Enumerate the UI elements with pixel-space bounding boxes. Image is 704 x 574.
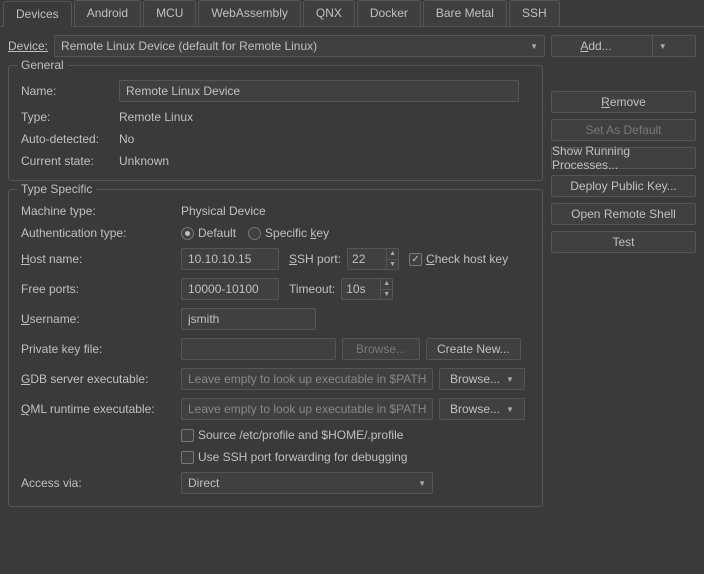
gdb-input[interactable] <box>181 368 433 390</box>
chevron-down-icon: ▼ <box>506 375 514 384</box>
source-profile-checkbox[interactable]: Source /etc/profile and $HOME/.profile <box>181 428 403 442</box>
tab-ssh[interactable]: SSH <box>509 0 560 26</box>
tab-android[interactable]: Android <box>74 0 141 26</box>
deploy-public-key-button[interactable]: Deploy Public Key... <box>551 175 696 197</box>
timeout-label: Timeout: <box>289 282 335 296</box>
machine-type-label: Machine type: <box>21 204 181 218</box>
type-label: Type: <box>21 110 119 124</box>
tab-devices[interactable]: Devices <box>3 1 72 27</box>
chevron-down-icon: ▼ <box>530 42 538 51</box>
remove-button[interactable]: Remove <box>551 91 696 113</box>
type-specific-title: Type Specific <box>17 182 96 196</box>
add-button[interactable]: Add... ▼ <box>551 35 696 57</box>
tab-mcu[interactable]: MCU <box>143 0 196 26</box>
machine-type-value: Physical Device <box>181 204 266 218</box>
tab-qnx[interactable]: QNX <box>303 0 355 26</box>
tab-docker[interactable]: Docker <box>357 0 421 26</box>
freeports-label: Free ports: <box>21 282 181 296</box>
tab-baremetal[interactable]: Bare Metal <box>423 0 507 26</box>
chevron-down-icon: ▼ <box>418 479 426 488</box>
device-select[interactable]: Remote Linux Device (default for Remote … <box>54 35 545 57</box>
spinner-icon[interactable]: ▲▼ <box>380 279 392 299</box>
timeout-input[interactable]: ▲▼ <box>341 278 393 300</box>
tab-webassembly[interactable]: WebAssembly <box>198 0 300 26</box>
gdb-label: GDB server executable: <box>21 372 181 386</box>
tab-bar: Devices Android MCU WebAssembly QNX Dock… <box>0 0 704 26</box>
ssh-forwarding-checkbox[interactable]: Use SSH port forwarding for debugging <box>181 450 407 464</box>
access-via-select[interactable]: Direct ▼ <box>181 472 433 494</box>
general-group: General Name: Type: Remote Linux Auto-de… <box>8 65 543 181</box>
auth-default-radio[interactable]: Default <box>181 226 236 240</box>
set-as-default-button[interactable]: Set As Default <box>551 119 696 141</box>
device-select-value: Remote Linux Device (default for Remote … <box>61 39 317 53</box>
chevron-down-icon: ▼ <box>506 405 514 414</box>
type-specific-group: Type Specific Machine type: Physical Dev… <box>8 189 543 507</box>
qml-input[interactable] <box>181 398 433 420</box>
qml-browse-button[interactable]: Browse...▼ <box>439 398 525 420</box>
sshport-input[interactable]: ▲▼ <box>347 248 399 270</box>
sshport-label: SSH port: <box>289 252 341 266</box>
type-value: Remote Linux <box>119 110 193 124</box>
open-remote-shell-button[interactable]: Open Remote Shell <box>551 203 696 225</box>
autodetected-value: No <box>119 132 134 146</box>
state-value: Unknown <box>119 154 169 168</box>
gdb-browse-button[interactable]: Browse...▼ <box>439 368 525 390</box>
name-input[interactable] <box>119 80 519 102</box>
create-new-button[interactable]: Create New... <box>426 338 521 360</box>
device-label: Device: <box>8 39 48 53</box>
auth-specific-key-radio[interactable]: Specific key <box>248 226 329 240</box>
chevron-down-icon: ▼ <box>652 36 667 56</box>
test-button[interactable]: Test <box>551 231 696 253</box>
autodetected-label: Auto-detected: <box>21 132 119 146</box>
general-title: General <box>17 58 68 72</box>
username-input[interactable] <box>181 308 316 330</box>
private-key-browse-button[interactable]: Browse... <box>342 338 420 360</box>
auth-type-label: Authentication type: <box>21 226 181 240</box>
private-key-label: Private key file: <box>21 342 181 356</box>
username-label: Username: <box>21 312 181 326</box>
qml-label: QML runtime executable: <box>21 402 181 416</box>
hostname-label: Host name: <box>21 252 181 266</box>
access-via-label: Access via: <box>21 476 181 490</box>
state-label: Current state: <box>21 154 119 168</box>
hostname-input[interactable] <box>181 248 279 270</box>
check-host-key-checkbox[interactable]: Check host key <box>409 252 508 266</box>
spinner-icon[interactable]: ▲▼ <box>386 249 398 269</box>
freeports-input[interactable] <box>181 278 279 300</box>
private-key-input[interactable] <box>181 338 336 360</box>
name-label: Name: <box>21 84 119 98</box>
show-running-processes-button[interactable]: Show Running Processes... <box>551 147 696 169</box>
